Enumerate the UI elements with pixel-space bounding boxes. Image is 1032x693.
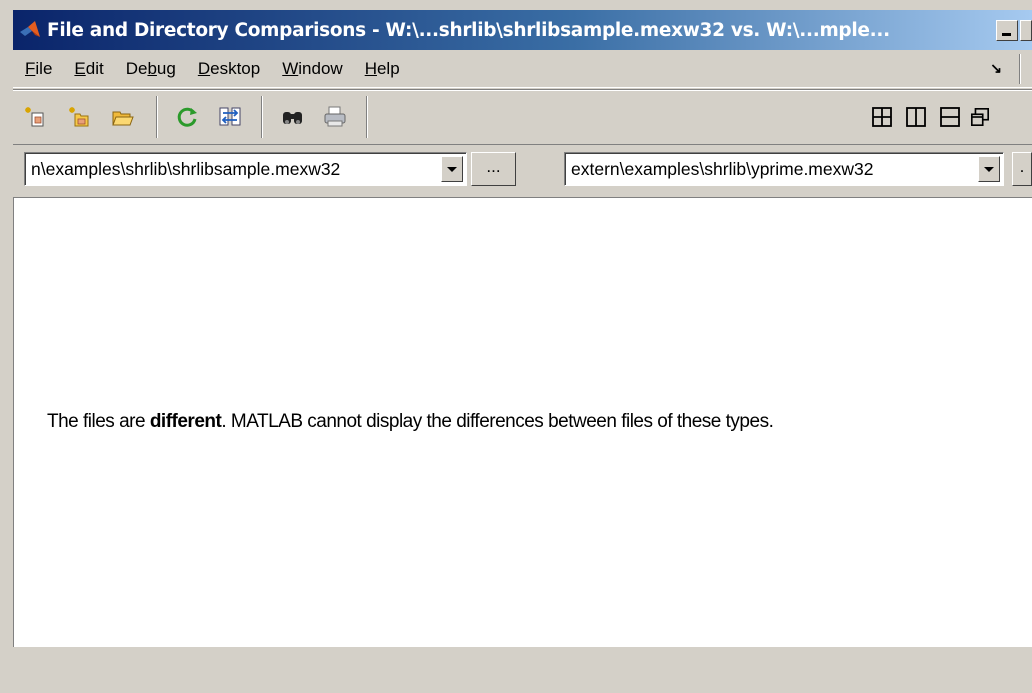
refresh-button[interactable] — [173, 103, 201, 131]
window-left-edge — [0, 0, 13, 693]
dock-arrow-icon[interactable]: ↘ — [990, 60, 1002, 77]
left-file-dropdown-button[interactable] — [441, 156, 463, 182]
chevron-down-icon — [447, 166, 457, 172]
message-suffix: . MATLAB cannot display the differences … — [221, 411, 774, 432]
print-button[interactable] — [321, 103, 349, 131]
maximize-button[interactable] — [1020, 19, 1032, 41]
tile-grid-button[interactable] — [868, 103, 896, 131]
toolbar — [13, 89, 1032, 145]
menu-bar: File Edit Debug Desktop Window Help ↘ — [13, 50, 1032, 88]
right-file-combo[interactable]: extern\examples\shrlib\yprime.mexw32 — [564, 152, 1004, 186]
new-comparison-button[interactable] — [21, 103, 49, 131]
comparison-message: The files are different. MATLAB cannot d… — [47, 411, 774, 433]
menu-separator — [1019, 54, 1021, 84]
right-browse-button[interactable]: . — [1012, 152, 1032, 186]
toolbar-separator — [261, 96, 263, 138]
left-file-path[interactable]: n\examples\shrlib\shrlibsample.mexw32 — [25, 159, 441, 180]
matlab-logo-icon — [20, 21, 40, 37]
menu-desktop[interactable]: Desktop — [187, 59, 271, 79]
tile-grid-icon — [872, 107, 892, 127]
tile-columns-button[interactable] — [902, 103, 930, 131]
open-folder-button[interactable] — [109, 103, 137, 131]
window-title: File and Directory Comparisons - W:\...s… — [47, 19, 890, 41]
tile-rows-icon — [940, 107, 960, 127]
menu-help[interactable]: Help — [354, 59, 411, 79]
tile-rows-button[interactable] — [936, 103, 964, 131]
minimize-icon — [1002, 32, 1011, 36]
minimize-button[interactable] — [996, 19, 1018, 41]
toolbar-separator — [366, 96, 368, 138]
swap-sides-icon — [219, 107, 241, 126]
menu-file[interactable]: File — [13, 59, 63, 79]
tile-columns-icon — [906, 107, 926, 127]
toolbar-separator — [156, 96, 158, 138]
refresh-icon — [177, 107, 197, 127]
left-file-combo[interactable]: n\examples\shrlib\shrlibsample.mexw32 — [24, 152, 467, 186]
chevron-down-icon — [984, 166, 994, 172]
right-file-path[interactable]: extern\examples\shrlib\yprime.mexw32 — [565, 159, 978, 180]
menu-window[interactable]: Window — [271, 59, 353, 79]
new-directory-comparison-icon — [69, 107, 89, 127]
find-icon — [283, 112, 302, 124]
find-button[interactable] — [279, 103, 307, 131]
print-icon — [324, 106, 346, 127]
path-selection-row: n\examples\shrlib\shrlibsample.mexw32 ..… — [13, 145, 1032, 197]
menu-edit[interactable]: Edit — [63, 59, 114, 79]
title-bar[interactable]: File and Directory Comparisons - W:\...s… — [13, 10, 1032, 50]
menu-debug[interactable]: Debug — [115, 59, 187, 79]
new-comparison-icon — [25, 107, 44, 127]
comparison-window: File and Directory Comparisons - W:\...s… — [0, 0, 1032, 693]
comparison-content-pane: The files are different. MATLAB cannot d… — [13, 197, 1032, 647]
message-prefix: The files are — [47, 411, 150, 432]
status-bar — [13, 647, 1032, 693]
left-browse-button[interactable]: ... — [471, 152, 516, 186]
open-folder-icon — [112, 111, 134, 126]
swap-sides-button[interactable] — [216, 103, 244, 131]
float-window-button[interactable] — [970, 103, 990, 131]
message-emphasis: different — [149, 411, 222, 432]
new-directory-comparison-button[interactable] — [65, 103, 93, 131]
float-window-icon — [971, 108, 989, 126]
right-file-dropdown-button[interactable] — [978, 156, 1000, 182]
